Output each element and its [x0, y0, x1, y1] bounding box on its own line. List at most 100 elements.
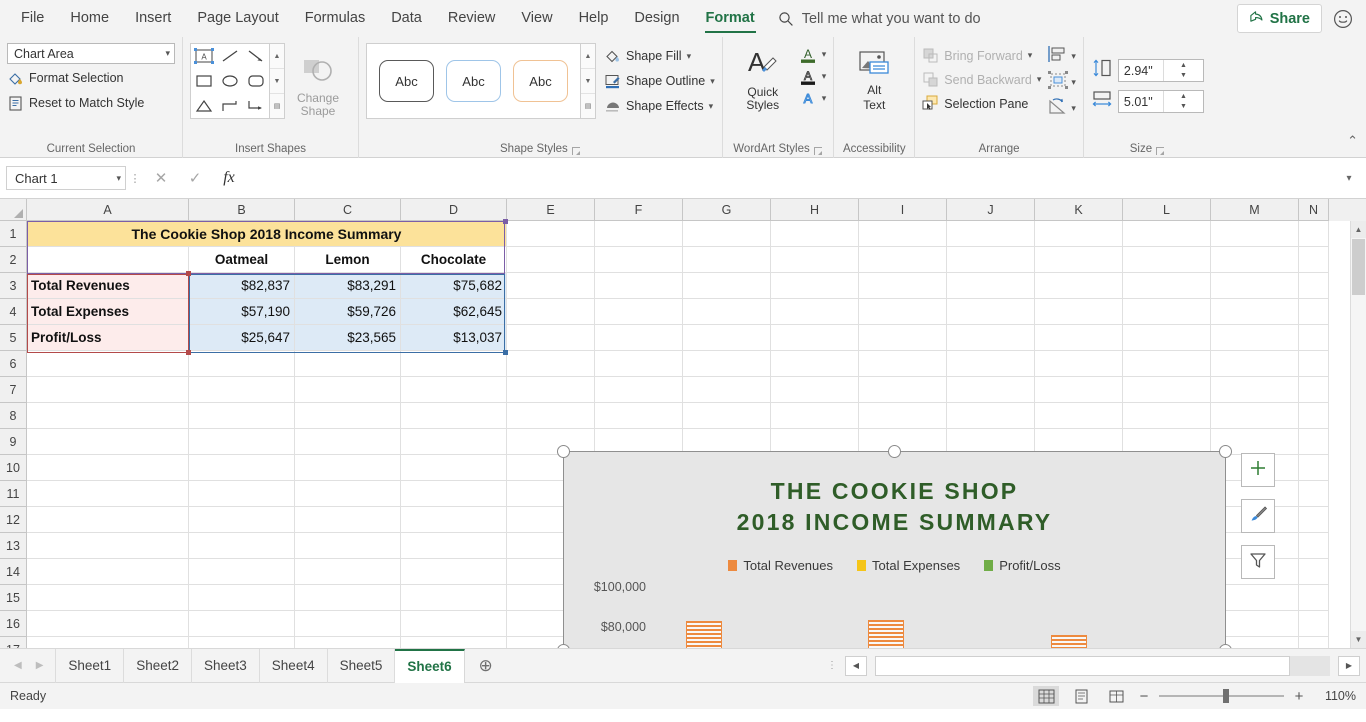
row-header-10[interactable]: 10 — [0, 455, 27, 481]
cell-B5[interactable]: $25,647 — [189, 325, 295, 351]
reset-to-match-style-button[interactable]: Reset to Match Style — [7, 92, 175, 114]
cell-C6[interactable] — [295, 351, 401, 377]
cell-A17[interactable] — [27, 637, 189, 648]
cell-G2[interactable] — [683, 247, 771, 273]
cell-B12[interactable] — [189, 507, 295, 533]
cell-H4[interactable] — [771, 299, 859, 325]
bar-total-revenues-chocolate[interactable] — [1050, 635, 1087, 648]
sheet-tab-sheet3[interactable]: Sheet3 — [192, 648, 260, 683]
column-header-A[interactable]: A — [27, 199, 189, 221]
shape-styles-scroll-down-icon[interactable]: ▼ — [581, 68, 595, 93]
quick-styles-button[interactable]: A Quick Styles — [730, 41, 796, 112]
cell-D4[interactable]: $62,645 — [401, 299, 507, 325]
cell-B10[interactable] — [189, 455, 295, 481]
column-header-E[interactable]: E — [507, 199, 595, 221]
cell-A15[interactable] — [27, 585, 189, 611]
legend-item-total-expenses[interactable]: Total Expenses — [857, 558, 960, 573]
cell-G8[interactable] — [683, 403, 771, 429]
cell-B14[interactable] — [189, 559, 295, 585]
rotate-objects-icon[interactable] — [1047, 96, 1069, 121]
cell-F7[interactable] — [595, 377, 683, 403]
normal-view-button[interactable] — [1033, 686, 1059, 706]
cell-G1[interactable] — [683, 221, 771, 247]
shape-height-stepper[interactable]: ▲ ▼ — [1162, 60, 1203, 81]
row-header-11[interactable]: 11 — [0, 481, 27, 507]
row-header-8[interactable]: 8 — [0, 403, 27, 429]
feedback-smiley-icon[interactable] — [1332, 8, 1354, 30]
cell-G5[interactable] — [683, 325, 771, 351]
chevron-down-icon[interactable]: ▾ — [822, 49, 827, 60]
cell-K3[interactable] — [1035, 273, 1123, 299]
cell-C4[interactable]: $59,726 — [295, 299, 401, 325]
cell-K6[interactable] — [1035, 351, 1123, 377]
cell-H6[interactable] — [771, 351, 859, 377]
cell-N15[interactable] — [1299, 585, 1329, 611]
bar-total-revenues-oatmeal[interactable] — [686, 621, 723, 648]
legend-item-total-revenues[interactable]: Total Revenues — [728, 558, 833, 573]
cell-G6[interactable] — [683, 351, 771, 377]
ribbon-tab-format[interactable]: Format — [693, 0, 768, 37]
cell-K7[interactable] — [1035, 377, 1123, 403]
cell-N4[interactable] — [1299, 299, 1329, 325]
cell-C11[interactable] — [295, 481, 401, 507]
cell-I6[interactable] — [859, 351, 947, 377]
column-header-J[interactable]: J — [947, 199, 1035, 221]
cell-N17[interactable] — [1299, 637, 1329, 648]
chevron-down-icon[interactable]: ▾ — [822, 71, 827, 82]
scroll-down-icon[interactable]: ▼ — [1351, 631, 1366, 648]
shape-height-input[interactable]: 2.94" ▲ ▼ — [1117, 59, 1204, 82]
cell-B9[interactable] — [189, 429, 295, 455]
cell-M8[interactable] — [1211, 403, 1299, 429]
ribbon-tab-page-layout[interactable]: Page Layout — [184, 0, 291, 37]
rectangle-shape-icon[interactable] — [193, 72, 215, 90]
hscroll-right-icon[interactable]: ▶ — [1338, 655, 1360, 676]
ribbon-tab-view[interactable]: View — [508, 0, 565, 37]
cell-N6[interactable] — [1299, 351, 1329, 377]
cell-N12[interactable] — [1299, 507, 1329, 533]
chart-legend[interactable]: Total Revenues Total Expenses Profit/Los… — [564, 558, 1225, 573]
sheet-tab-sheet5[interactable]: Sheet5 — [328, 648, 396, 683]
legend-item-profit-loss[interactable]: Profit/Loss — [984, 558, 1061, 573]
cell-J5[interactable] — [947, 325, 1035, 351]
cell-A8[interactable] — [27, 403, 189, 429]
selection-handle[interactable] — [503, 219, 508, 224]
column-header-C[interactable]: C — [295, 199, 401, 221]
row-header-13[interactable]: 13 — [0, 533, 27, 559]
ribbon-tab-data[interactable]: Data — [378, 0, 435, 37]
group-objects-icon[interactable] — [1047, 70, 1069, 95]
stepper-up-icon[interactable]: ▲ — [1164, 60, 1203, 71]
shape-style-preview-1[interactable]: Abc — [379, 60, 434, 102]
selection-pane-button[interactable]: Selection Pane — [922, 92, 1041, 115]
selection-handle[interactable] — [186, 271, 191, 276]
vertical-scroll-thumb[interactable] — [1352, 239, 1365, 295]
cancel-formula-icon[interactable]: ✕ — [144, 165, 178, 191]
row-header-16[interactable]: 16 — [0, 611, 27, 637]
row-header-12[interactable]: 12 — [0, 507, 27, 533]
cell-C12[interactable] — [295, 507, 401, 533]
chevron-down-icon[interactable]: ▾ — [1071, 77, 1076, 88]
cell-G7[interactable] — [683, 377, 771, 403]
cell-M2[interactable] — [1211, 247, 1299, 273]
cell-K1[interactable] — [1035, 221, 1123, 247]
bring-forward-button[interactable]: Bring Forward ▾ — [922, 44, 1041, 67]
rounded-rectangle-shape-icon[interactable] — [245, 72, 267, 90]
cell-A10[interactable] — [27, 455, 189, 481]
row-header-9[interactable]: 9 — [0, 429, 27, 455]
stepper-up-icon[interactable]: ▲ — [1164, 91, 1203, 102]
align-objects-icon[interactable] — [1047, 44, 1069, 69]
cell-D17[interactable] — [401, 637, 507, 648]
cell-D14[interactable] — [401, 559, 507, 585]
cell-C16[interactable] — [295, 611, 401, 637]
oval-shape-icon[interactable] — [219, 72, 241, 90]
column-header-N[interactable]: N — [1299, 199, 1329, 221]
cell-I3[interactable] — [859, 273, 947, 299]
cell-I1[interactable] — [859, 221, 947, 247]
format-selection-button[interactable]: Format Selection — [7, 67, 175, 89]
shape-fill-button[interactable]: Shape Fill ▾ — [604, 45, 715, 67]
cell-F2[interactable] — [595, 247, 683, 273]
cell-D13[interactable] — [401, 533, 507, 559]
cell-E7[interactable] — [507, 377, 595, 403]
cell-I5[interactable] — [859, 325, 947, 351]
chart-styles-button[interactable] — [1241, 499, 1275, 533]
cell-A2[interactable] — [27, 247, 189, 273]
